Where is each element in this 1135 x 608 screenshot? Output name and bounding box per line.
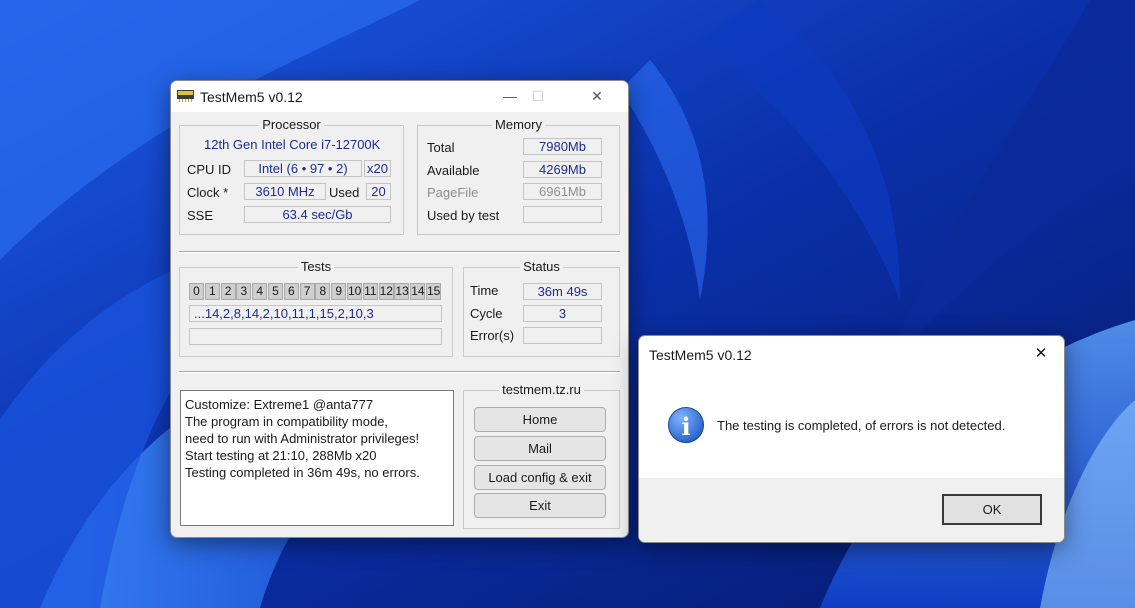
used-by-test-field	[523, 206, 602, 223]
test-cell-5: 5	[268, 283, 283, 300]
test-cell-1: 1	[204, 283, 220, 300]
total-label: Total	[427, 140, 455, 155]
processor-group-title: Processor	[259, 117, 324, 132]
dialog-title: TestMem5 v0.12	[649, 347, 752, 363]
test-cell-11: 11	[362, 283, 378, 300]
test-cell-3: 3	[236, 283, 252, 300]
test-cell-14: 14	[410, 283, 426, 300]
test-cell-0: 0	[189, 283, 204, 300]
exit-button[interactable]: Exit	[474, 493, 606, 518]
available-label: Available	[427, 163, 480, 178]
log-textbox[interactable]: Customize: Extreme1 @anta777 The program…	[180, 390, 454, 526]
cycle-label: Cycle	[470, 306, 503, 321]
log-line: The program in compatibility mode,	[185, 414, 389, 429]
title-bar[interactable]: TestMem5 v0.12 — ☐ ✕	[171, 81, 628, 112]
test-cell-13: 13	[394, 283, 410, 300]
sse-label: SSE	[187, 208, 214, 223]
test-cell-15: 15	[426, 283, 441, 300]
pagefile-field: 6961Mb	[523, 183, 602, 200]
time-label: Time	[470, 283, 499, 298]
threads-field: x20	[364, 160, 391, 177]
log-line: Testing completed in 36m 49s, no errors.	[185, 465, 420, 480]
load-config-exit-button[interactable]: Load config & exit	[474, 465, 606, 490]
test-cell-7: 7	[299, 283, 315, 300]
status-group-title: Status	[520, 259, 563, 274]
log-line: Start testing at 21:10, 288Mb x20	[185, 448, 377, 463]
window-title: TestMem5 v0.12	[200, 89, 303, 105]
test-cell-2: 2	[220, 283, 236, 300]
clock-field: 3610 MHz	[244, 183, 326, 200]
dialog-message: The testing is completed, of errors is n…	[717, 418, 1006, 433]
cpu-id-field: Intel (6 • 97 • 2)	[244, 160, 362, 177]
test-cell-8: 8	[315, 283, 331, 300]
processor-name: 12th Gen Intel Core i7-12700K	[204, 137, 381, 152]
info-icon-glyph: i	[681, 412, 690, 441]
errors-field	[523, 327, 602, 344]
mail-button[interactable]: Mail	[474, 436, 606, 461]
separator-top	[179, 251, 620, 253]
cpu-id-label: CPU ID	[187, 162, 232, 177]
test-cell-10: 10	[347, 283, 362, 300]
available-field: 4269Mb	[523, 161, 602, 178]
errors-label: Error(s)	[470, 328, 515, 343]
pagefile-label: PageFile	[427, 185, 479, 200]
info-icon: i	[668, 407, 704, 443]
links-group-title: testmem.tz.ru	[499, 382, 584, 397]
dialog-close-button[interactable]: ✕	[1018, 336, 1064, 372]
used-by-test-label: Used by test	[427, 208, 500, 223]
log-line: need to run with Administrator privilege…	[185, 431, 420, 446]
total-field: 7980Mb	[523, 138, 602, 155]
memory-chip-icon	[177, 90, 194, 102]
separator-bottom	[179, 371, 620, 373]
test-cell-6: 6	[283, 283, 299, 300]
test-cell-9: 9	[331, 283, 347, 300]
test-cell-4: 4	[252, 283, 268, 300]
testmem5-window: TestMem5 v0.12 — ☐ ✕ Processor 12th Gen …	[170, 80, 629, 538]
memory-group-title: Memory	[492, 117, 545, 132]
used-label: Used	[329, 185, 360, 200]
home-button[interactable]: Home	[474, 407, 606, 432]
maximize-button[interactable]: ☐	[515, 81, 561, 112]
used-field: 20	[366, 183, 391, 200]
log-line: Customize: Extreme1 @anta777	[185, 397, 374, 412]
test-cell-12: 12	[378, 283, 394, 300]
clock-label: Clock *	[187, 185, 229, 200]
tests-group-title: Tests	[297, 259, 335, 274]
close-button[interactable]: ✕	[574, 81, 620, 112]
sse-field: 63.4 sec/Gb	[244, 206, 391, 223]
test-sequence-field: ...14,2,8,14,2,10,11,1,15,2,10,3	[189, 305, 442, 322]
cycle-field: 3	[523, 305, 602, 322]
dialog-footer: OK	[639, 478, 1064, 542]
test-progress-field	[189, 328, 442, 345]
time-field: 36m 49s	[523, 283, 602, 300]
message-dialog: TestMem5 v0.12 ✕ i The testing is comple…	[638, 335, 1065, 543]
ok-button[interactable]: OK	[942, 494, 1042, 525]
